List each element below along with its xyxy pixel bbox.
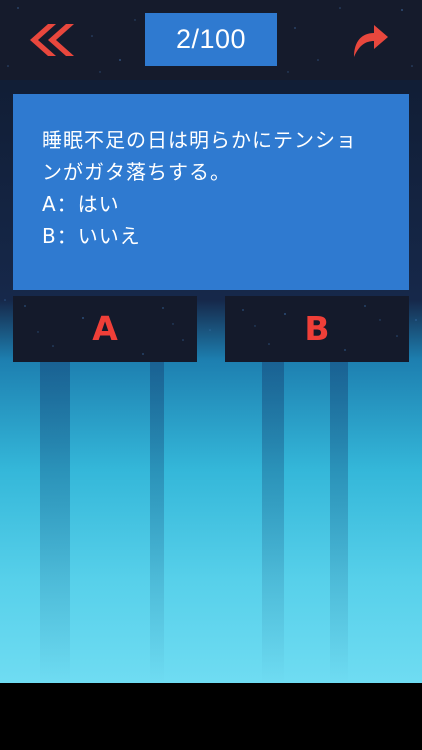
double-chevron-left-icon	[30, 24, 74, 56]
question-line: ンがガタ落ちする。	[42, 160, 231, 184]
header-bar: 2/100	[0, 0, 422, 80]
share-arrow-icon	[354, 25, 388, 57]
answer-b-button[interactable]: B	[225, 296, 409, 362]
background-streak	[262, 360, 284, 683]
answer-a-label: A	[92, 309, 118, 348]
option-a-text: A：はい	[42, 192, 120, 216]
game-screen: 2/100 睡眠不足の日は明らかにテンショ ンがガタ落ちする。 A：はい B：い…	[0, 0, 422, 683]
share-button[interactable]	[346, 17, 392, 63]
question-card: 睡眠不足の日は明らかにテンショ ンがガタ落ちする。 A：はい B：いいえ	[13, 94, 409, 290]
question-text: 睡眠不足の日は明らかにテンショ ンがガタ落ちする。 A：はい B：いいえ	[42, 124, 394, 252]
background-streak	[150, 360, 164, 683]
answer-a-button[interactable]: A	[13, 296, 197, 362]
background-streak	[40, 360, 70, 683]
background-streak	[330, 360, 348, 683]
answer-b-label: B	[304, 309, 330, 348]
back-button[interactable]	[26, 20, 78, 60]
option-b-text: B：いいえ	[42, 224, 141, 248]
question-line: 睡眠不足の日は明らかにテンショ	[42, 128, 357, 152]
question-counter: 2/100	[145, 13, 277, 66]
